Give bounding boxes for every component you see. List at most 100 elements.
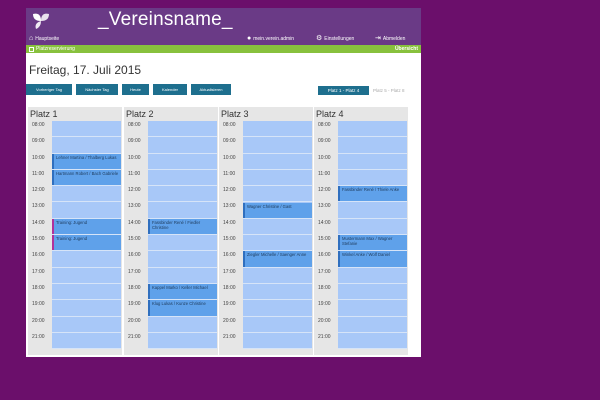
time-slot[interactable] xyxy=(243,332,312,350)
time-slot[interactable] xyxy=(148,137,217,154)
gear-icon: ⚙ xyxy=(316,35,323,42)
time-slot[interactable] xyxy=(243,153,312,170)
booking-item[interactable]: Training: Jugend xyxy=(52,218,121,235)
time-row: 10:00 xyxy=(314,153,408,170)
booking-item[interactable]: Fassbinder René / Fiedler Christine xyxy=(148,218,217,235)
time-slot[interactable] xyxy=(148,202,217,219)
time-label: 10:00 xyxy=(318,154,331,161)
booking-item[interactable]: Klug Lukas / Kunze Christine xyxy=(148,300,217,316)
time-row: 09:00 xyxy=(314,137,408,154)
time-row: 09:00 xyxy=(28,137,122,154)
time-slot[interactable] xyxy=(52,137,121,154)
time-slot[interactable] xyxy=(52,332,121,350)
time-slot[interactable] xyxy=(338,153,407,170)
time-slot[interactable] xyxy=(243,169,312,187)
time-slot[interactable] xyxy=(52,186,121,203)
court-column: Platz 1 08:00 09:00 10:00 11:00 12:00 13:00 14:… xyxy=(28,107,122,355)
time-row: 14:00 xyxy=(314,218,408,236)
court-timeline: 08:00 09:00 10:00 11:00 12:00 13:00 14:00 15:00… xyxy=(28,121,122,357)
time-slot[interactable] xyxy=(243,218,312,236)
booking-item[interactable]: Wagner Christine / Gast xyxy=(243,202,312,218)
time-slot[interactable] xyxy=(52,267,121,284)
calendar-button[interactable]: Kalender xyxy=(153,84,187,95)
booking-item[interactable]: Ziegler Michelle / Saenger Anne xyxy=(243,251,312,267)
time-slot[interactable] xyxy=(243,300,312,317)
time-row: 18:00 xyxy=(314,283,408,301)
time-slot[interactable] xyxy=(52,300,121,317)
time-row: 11:00 xyxy=(314,169,408,187)
time-slot[interactable] xyxy=(148,316,217,333)
time-row: 18:00 xyxy=(219,283,313,301)
time-label: 20:00 xyxy=(128,317,141,324)
time-slot[interactable] xyxy=(243,267,312,284)
court-title: Platz 4 xyxy=(316,109,344,119)
tab-courts-1-4[interactable]: Platz 1 - Platz 4 xyxy=(318,86,369,95)
time-label: 16:00 xyxy=(128,252,141,259)
nav-home-label: Hauptseite xyxy=(35,35,60,42)
time-slot[interactable] xyxy=(148,169,217,187)
time-row: 14:00 xyxy=(219,218,313,236)
nav-home[interactable]: ⌂ Hauptseite xyxy=(29,35,59,42)
time-slot[interactable] xyxy=(243,235,312,252)
booking-item[interactable]: Lehner Martina / Thalberg Lukas xyxy=(52,153,121,169)
nav-logout[interactable]: ⇥ Abmelden xyxy=(375,35,405,42)
time-label: 21:00 xyxy=(318,333,331,340)
next-day-button[interactable]: Nächster Tag xyxy=(76,84,118,95)
time-label: 20:00 xyxy=(223,317,236,324)
booking-item[interactable]: Hartmann Robert / Bach Gabriele xyxy=(52,169,121,186)
nav-user[interactable]: ● mein.verein.admin xyxy=(247,35,294,42)
time-slot[interactable] xyxy=(148,251,217,268)
time-row: 11:00 xyxy=(219,169,313,187)
time-slot[interactable] xyxy=(338,300,407,317)
time-slot[interactable] xyxy=(148,153,217,170)
time-label: 08:00 xyxy=(318,122,331,128)
time-slot[interactable] xyxy=(148,267,217,284)
time-label: 16:00 xyxy=(318,252,331,259)
time-slot[interactable] xyxy=(148,332,217,350)
time-slot[interactable] xyxy=(338,202,407,219)
time-row: 12:00 xyxy=(219,186,313,203)
court-timeline: 08:00 09:00 10:00 11:00 12:00 13:00 14:00 15:00… xyxy=(314,121,408,357)
booking-item[interactable]: Kappel Marko / Keller Michael xyxy=(148,284,217,300)
time-label: 15:00 xyxy=(223,236,236,243)
time-slot[interactable] xyxy=(148,235,217,252)
today-button[interactable]: Heute xyxy=(122,84,149,95)
time-slot[interactable] xyxy=(338,283,407,301)
time-slot[interactable] xyxy=(338,169,407,187)
time-label: 11:00 xyxy=(32,170,45,177)
time-label: 15:00 xyxy=(128,236,141,243)
booking-item[interactable]: Fassbinder René / Thiele Anke xyxy=(338,186,407,202)
tab-courts-5-8[interactable]: Platz 5 - Platz 8 xyxy=(373,86,405,95)
time-slot[interactable] xyxy=(338,121,407,138)
time-slot[interactable] xyxy=(52,121,121,138)
time-slot[interactable] xyxy=(338,218,407,236)
time-row: 19:00 xyxy=(219,300,313,317)
time-slot[interactable] xyxy=(243,283,312,301)
time-row: 08:00 xyxy=(124,121,218,138)
booking-item[interactable]: Winkel Anke / Wolf Daniel xyxy=(338,251,407,267)
time-slot[interactable] xyxy=(243,186,312,203)
refresh-button[interactable]: Aktualisieren xyxy=(191,84,231,95)
time-label: 18:00 xyxy=(223,284,236,291)
booking-item[interactable]: Mustermann Max / Wagner Stefanie xyxy=(338,235,407,251)
time-slot[interactable] xyxy=(243,137,312,154)
booking-item[interactable]: Training: Jugend xyxy=(52,235,121,251)
time-slot[interactable] xyxy=(338,267,407,284)
time-slot[interactable] xyxy=(338,316,407,333)
time-slot[interactable] xyxy=(52,283,121,301)
app-title: _Vereinsname_ xyxy=(98,9,233,30)
prev-day-button[interactable]: Vorheriger Tag xyxy=(26,84,72,95)
time-slot[interactable] xyxy=(243,121,312,138)
time-row: 21:00 xyxy=(28,332,122,350)
time-slot[interactable] xyxy=(338,137,407,154)
time-slot[interactable] xyxy=(52,251,121,268)
time-slot[interactable] xyxy=(148,186,217,203)
time-slot[interactable] xyxy=(52,202,121,219)
time-slot[interactable] xyxy=(148,121,217,138)
time-slot[interactable] xyxy=(52,316,121,333)
nav-settings[interactable]: ⚙ Einstellungen xyxy=(316,35,354,42)
time-slot[interactable] xyxy=(338,332,407,350)
time-row: 17:00 xyxy=(124,267,218,284)
overview-link[interactable]: Übersicht xyxy=(395,46,418,52)
time-slot[interactable] xyxy=(243,316,312,333)
